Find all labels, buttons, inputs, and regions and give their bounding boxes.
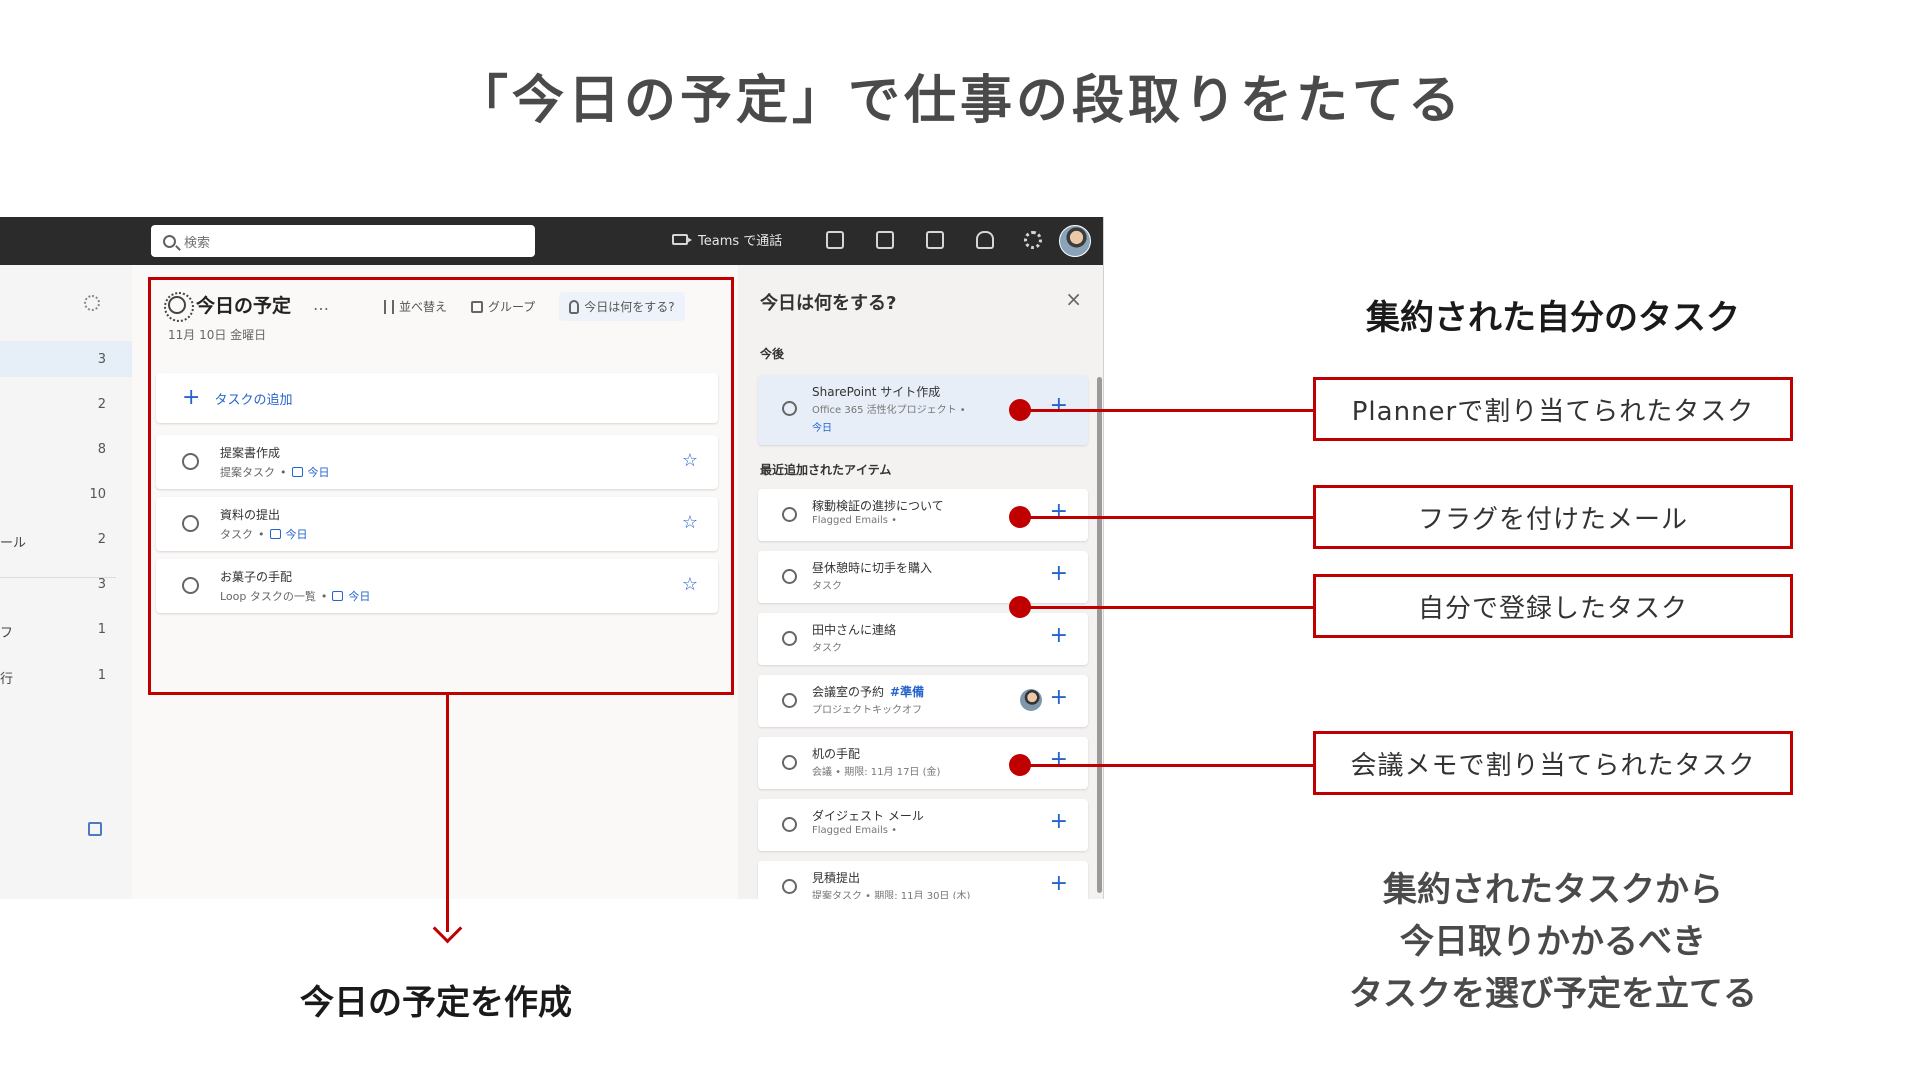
chat-icon[interactable] bbox=[826, 231, 844, 249]
callout-dot bbox=[1009, 596, 1031, 618]
callout-meeting-notes: 会議メモで割り当てられたタスク bbox=[1313, 731, 1793, 795]
scrollbar[interactable] bbox=[1097, 377, 1102, 893]
nav-item[interactable]: 行1 bbox=[0, 668, 132, 688]
section-upcoming: 今後 bbox=[760, 347, 785, 361]
add-to-my-day-button[interactable]: + bbox=[1050, 625, 1068, 647]
callout-dot bbox=[1009, 506, 1031, 528]
teams-call-label: Teams で通話 bbox=[698, 234, 783, 249]
nav-item[interactable]: 3 bbox=[0, 577, 132, 597]
complete-checkbox[interactable] bbox=[782, 401, 797, 416]
avatar[interactable] bbox=[1059, 225, 1091, 257]
suggestion-name: 会議室の予約 #準備 bbox=[812, 685, 925, 699]
nav-item[interactable]: ール 2 bbox=[0, 532, 132, 552]
suggestion-meta: 会議 • 期限: 11月 17日 (金) bbox=[812, 767, 941, 778]
complete-checkbox[interactable] bbox=[782, 879, 797, 894]
suggestion-name: 机の手配 bbox=[812, 747, 861, 761]
suggestion-name: 稼動検証の進捗について bbox=[812, 499, 944, 513]
office-icon[interactable] bbox=[876, 231, 894, 249]
suggestion-item[interactable]: 机の手配 会議 • 期限: 11月 17日 (金) + bbox=[758, 737, 1088, 789]
callout-line bbox=[1024, 764, 1314, 767]
callout-line bbox=[1024, 516, 1314, 519]
left-nav: 3 2 8 10 ール 2 3 フ1 行1 bbox=[0, 265, 132, 899]
new-list-icon[interactable] bbox=[88, 822, 102, 836]
complete-checkbox[interactable] bbox=[782, 693, 797, 708]
suggestion-meta: プロジェクトキックオフ bbox=[812, 705, 922, 716]
complete-checkbox[interactable] bbox=[782, 755, 797, 770]
nav-item[interactable]: 10 bbox=[0, 487, 132, 507]
complete-checkbox[interactable] bbox=[782, 631, 797, 646]
suggestion-item[interactable]: 会議室の予約 #準備 プロジェクトキックオフ + bbox=[758, 675, 1088, 727]
suggestions-pane: 今日は何をする? × 今後 SharePoint サイト作成 Office 36… bbox=[738, 265, 1103, 899]
complete-checkbox[interactable] bbox=[782, 569, 797, 584]
suggestion-item[interactable]: 田中さんに連絡 タスク + bbox=[758, 613, 1088, 665]
callout-line bbox=[1024, 409, 1314, 412]
callout-own-task: 自分で登録したタスク bbox=[1313, 574, 1793, 638]
sync-icon[interactable] bbox=[926, 231, 944, 249]
suggestion-meta: タスク bbox=[812, 581, 842, 592]
complete-checkbox[interactable] bbox=[782, 817, 797, 832]
nav-item[interactable]: 8 bbox=[0, 442, 132, 462]
caption-my-day: 今日の予定を作成 bbox=[300, 983, 572, 1023]
section-recent: 最近追加されたアイテム bbox=[760, 463, 892, 477]
complete-checkbox[interactable] bbox=[782, 507, 797, 522]
arrow-down-icon bbox=[432, 913, 463, 944]
add-to-my-day-button[interactable]: + bbox=[1050, 873, 1068, 895]
suggestion-meta: 提案タスク • 期限: 11月 30日 (木) bbox=[812, 891, 971, 899]
suggestion-item[interactable]: 昼休憩時に切手を購入 タスク + bbox=[758, 551, 1088, 603]
suggestion-name: 田中さんに連絡 bbox=[812, 623, 897, 637]
side-description-line: 集約されたタスクから bbox=[1383, 870, 1723, 910]
callout-line bbox=[1024, 606, 1314, 609]
callout-dot bbox=[1009, 754, 1031, 776]
suggestion-item[interactable]: ダイジェスト メール Flagged Emails • + bbox=[758, 799, 1088, 851]
suggestion-name: SharePoint サイト作成 bbox=[812, 385, 941, 399]
suggestions-title: 今日は何をする? bbox=[760, 293, 897, 314]
side-description-line: タスクを選び予定を立てる bbox=[1349, 974, 1757, 1014]
add-to-my-day-button[interactable]: + bbox=[1050, 395, 1068, 417]
side-description-line: 今日取りかかるべき bbox=[1400, 922, 1706, 962]
nav-item[interactable]: 3 bbox=[0, 352, 132, 372]
suggestion-name: ダイジェスト メール bbox=[812, 809, 924, 823]
add-to-my-day-button[interactable]: + bbox=[1050, 501, 1068, 523]
add-to-my-day-button[interactable]: + bbox=[1050, 687, 1068, 709]
arrow-line bbox=[446, 695, 449, 932]
suggestion-due: 今日 bbox=[812, 423, 832, 434]
search-box[interactable]: 検索 bbox=[151, 225, 535, 257]
search-icon bbox=[163, 234, 176, 248]
gear-icon[interactable] bbox=[1024, 231, 1042, 249]
callout-planner: Plannerで割り当てられたタスク bbox=[1313, 377, 1793, 441]
nav-item[interactable]: フ1 bbox=[0, 622, 132, 642]
search-input[interactable]: 検索 bbox=[184, 232, 210, 251]
teams-call-button[interactable]: Teams で通話 bbox=[672, 230, 782, 249]
suggestion-meta: Flagged Emails • bbox=[812, 825, 898, 836]
suggestion-name: 昼休憩時に切手を購入 bbox=[812, 561, 933, 575]
suggestion-item[interactable]: 見積提出 提案タスク • 期限: 11月 30日 (木) + bbox=[758, 861, 1088, 899]
suggestion-item[interactable]: 稼動検証の進捗について Flagged Emails • + bbox=[758, 489, 1088, 541]
add-to-my-day-button[interactable]: + bbox=[1050, 749, 1068, 771]
suggestion-name: 見積提出 bbox=[812, 871, 861, 885]
bell-icon[interactable] bbox=[976, 231, 994, 249]
nav-settings-icon[interactable] bbox=[84, 295, 100, 311]
suggestion-meta: Office 365 活性化プロジェクト • bbox=[812, 405, 966, 416]
top-bar: 検索 Teams で通話 bbox=[0, 217, 1103, 265]
nav-item[interactable]: 2 bbox=[0, 397, 132, 417]
slide-title: 「今日の予定」で仕事の段取りをたてる bbox=[455, 71, 1464, 131]
video-camera-icon bbox=[672, 234, 692, 245]
my-day-highlight-box bbox=[148, 277, 734, 695]
add-to-my-day-button[interactable]: + bbox=[1050, 811, 1068, 833]
close-icon[interactable]: × bbox=[1065, 287, 1082, 311]
callout-flagged-mail: フラグを付けたメール bbox=[1313, 485, 1793, 549]
assignee-avatar bbox=[1020, 689, 1042, 711]
side-heading: 集約された自分のタスク bbox=[1366, 298, 1740, 338]
suggestion-meta: タスク bbox=[812, 643, 842, 654]
callout-dot bbox=[1009, 399, 1031, 421]
suggestion-meta: Flagged Emails • bbox=[812, 515, 898, 526]
add-to-my-day-button[interactable]: + bbox=[1050, 563, 1068, 585]
